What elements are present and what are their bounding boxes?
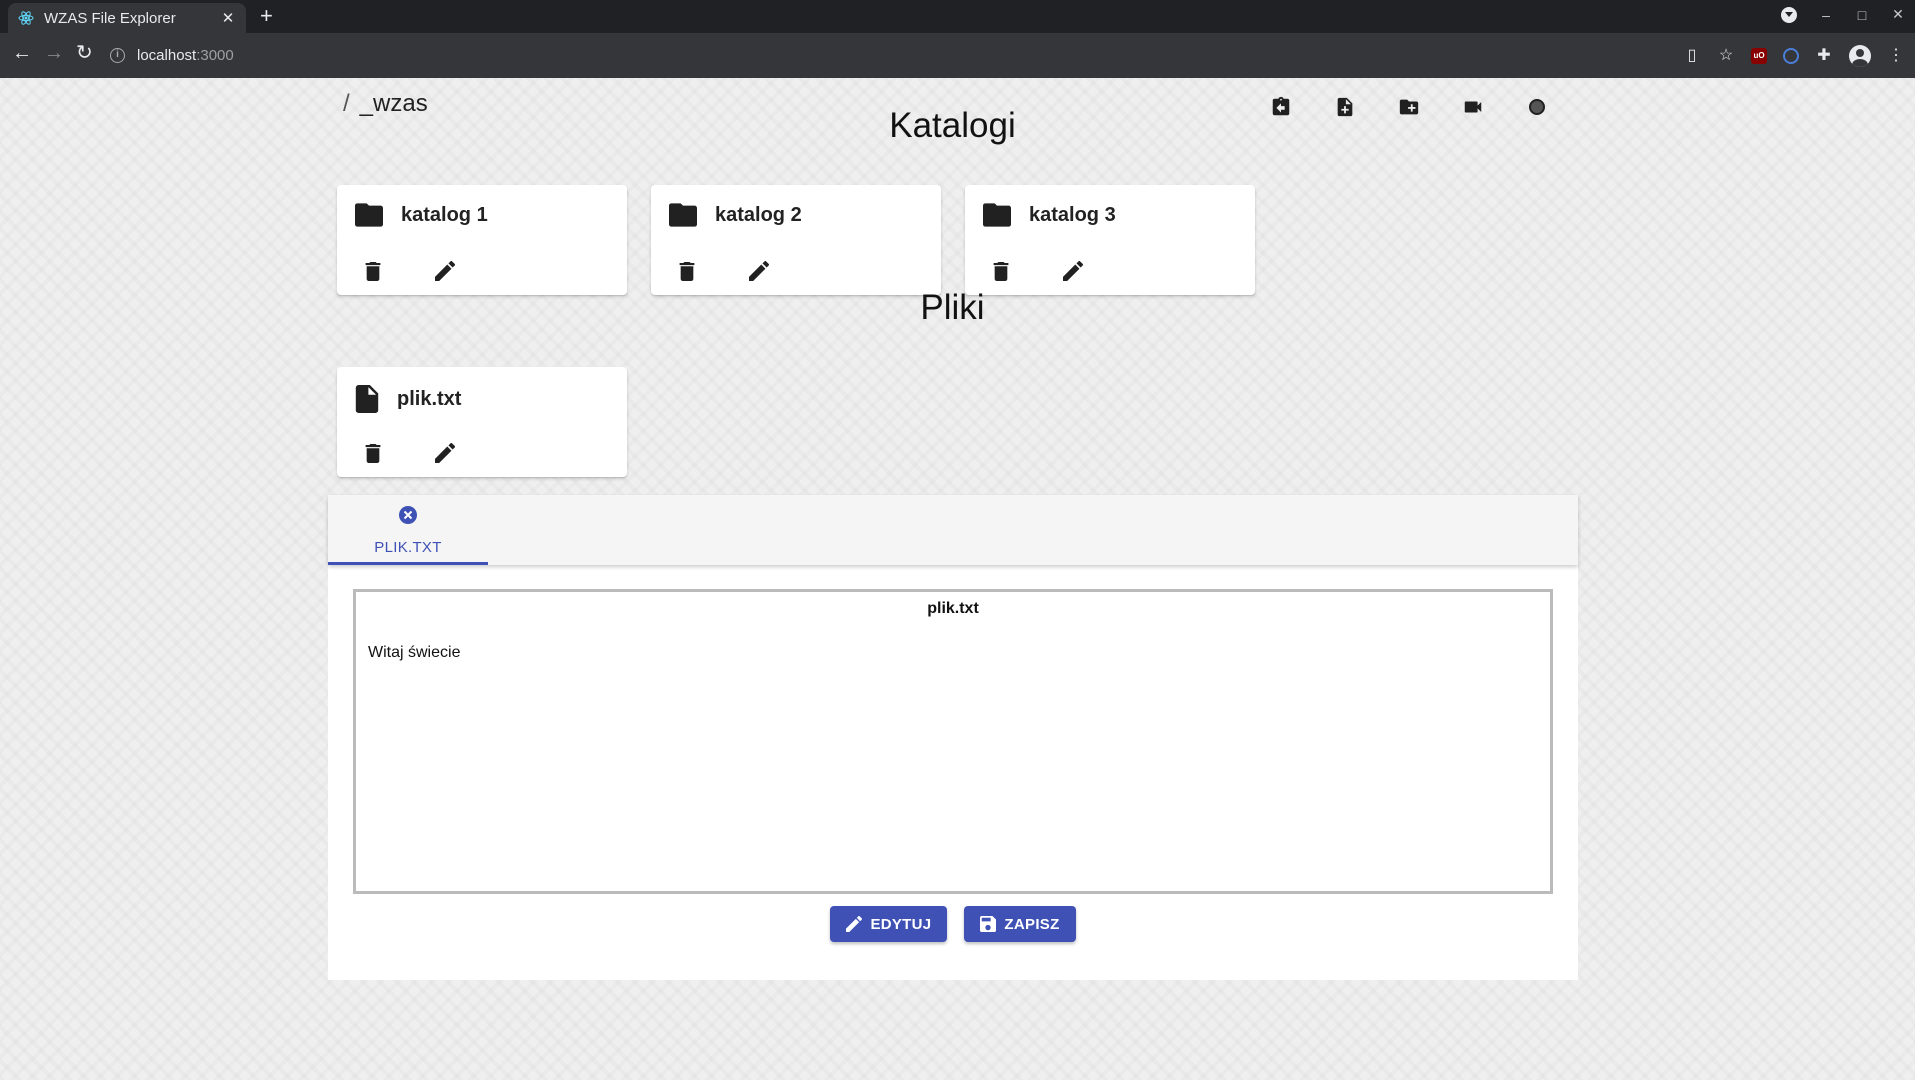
file-open[interactable]: plik.txt: [355, 385, 461, 413]
close-circle-icon[interactable]: [398, 505, 418, 525]
folder-actions: [989, 259, 1085, 283]
toolbar-icons: ▯ ☆ uO ✚ ⋮: [1683, 45, 1905, 67]
trash-icon: [365, 443, 381, 463]
extension-icon[interactable]: [1783, 48, 1799, 64]
address-bar[interactable]: i localhost:3000: [110, 39, 1860, 71]
trash-icon: [365, 261, 381, 281]
browser-tab[interactable]: WZAS File Explorer ✕: [8, 3, 246, 33]
browser-tab-title: WZAS File Explorer: [44, 9, 176, 27]
files-section-title: Pliki: [920, 288, 985, 327]
delete-button[interactable]: [989, 259, 1013, 283]
folder-open[interactable]: katalog 1: [355, 203, 488, 227]
maximize-icon[interactable]: □: [1855, 7, 1869, 23]
ublock-extension-icon[interactable]: uO: [1751, 48, 1767, 64]
profile-avatar-icon[interactable]: [1849, 45, 1871, 67]
forward-icon[interactable]: →: [44, 43, 64, 63]
url-host: localhost: [137, 46, 197, 64]
folders-section-title: Katalogi: [889, 106, 1016, 145]
delete-button[interactable]: [361, 441, 385, 465]
folder-icon: [355, 203, 383, 227]
new-tab-icon[interactable]: +: [260, 5, 273, 27]
pencil-icon: [435, 443, 455, 463]
file-content-area[interactable]: plik.txt Witaj świecie: [353, 589, 1553, 894]
puzzle-icon[interactable]: ✚: [1815, 47, 1833, 65]
rename-button[interactable]: [433, 441, 457, 465]
minimize-icon[interactable]: –: [1819, 7, 1833, 23]
folder-card: katalog 3: [965, 185, 1255, 295]
tab-label: PLIK.TXT: [374, 539, 442, 556]
folder-open[interactable]: katalog 3: [983, 203, 1116, 227]
edit-button[interactable]: EDYTUJ: [830, 906, 948, 942]
trash-icon: [679, 261, 695, 281]
folder-name: katalog 1: [401, 203, 488, 226]
pencil-icon: [846, 916, 863, 932]
folder-actions: [675, 259, 771, 283]
close-tab-icon[interactable]: ✕: [220, 9, 236, 27]
react-icon: [18, 11, 34, 25]
tab-search-icon[interactable]: [1781, 6, 1797, 23]
info-icon[interactable]: i: [110, 47, 125, 63]
save-button-label: ZAPISZ: [1004, 915, 1060, 933]
browser-toolbar: ← → ↻ i localhost:3000 ▯ ☆ uO ✚ ⋮: [0, 33, 1915, 78]
rename-button[interactable]: [1061, 259, 1085, 283]
url-port: :3000: [196, 46, 234, 64]
file-card: plik.txt: [337, 367, 627, 477]
window-controls: – □ ✕: [1781, 6, 1905, 23]
folder-actions: [361, 259, 457, 283]
reload-icon[interactable]: ↻: [76, 43, 93, 63]
back-icon[interactable]: ←: [12, 43, 32, 63]
folder-icon: [983, 203, 1011, 227]
editor-tabs-bar: PLIK.TXT: [328, 495, 1578, 565]
folder-card: katalog 1: [337, 185, 627, 295]
pencil-icon: [749, 261, 769, 281]
tab-plik-txt[interactable]: PLIK.TXT: [328, 495, 488, 565]
page-icon[interactable]: ▯: [1683, 47, 1701, 65]
rename-button[interactable]: [747, 259, 771, 283]
delete-button[interactable]: [361, 259, 385, 283]
star-icon[interactable]: ☆: [1717, 47, 1735, 65]
folder-name: katalog 2: [715, 203, 802, 226]
document-title: plik.txt: [927, 600, 979, 617]
editor-panel: PLIK.TXT plik.txt Witaj świecie EDYTUJ Z…: [328, 495, 1578, 980]
folder-icon: [669, 203, 697, 227]
folder-card: katalog 2: [651, 185, 941, 295]
save-icon: [980, 916, 997, 932]
document-content: Witaj świecie: [368, 644, 461, 661]
rename-button[interactable]: [433, 259, 457, 283]
edit-button-label: EDYTUJ: [870, 915, 932, 933]
delete-button[interactable]: [675, 259, 699, 283]
file-name: plik.txt: [397, 387, 462, 410]
close-window-icon[interactable]: ✕: [1891, 6, 1905, 23]
tab-indicator: [328, 562, 488, 565]
save-button[interactable]: ZAPISZ: [964, 906, 1076, 942]
file-icon: [355, 385, 379, 413]
menu-dots-icon[interactable]: ⋮: [1887, 47, 1905, 65]
folder-open[interactable]: katalog 2: [669, 203, 802, 227]
file-actions: [361, 441, 457, 465]
pencil-icon: [435, 261, 455, 281]
editor-buttons: EDYTUJ ZAPISZ: [328, 906, 1578, 942]
trash-icon: [993, 261, 1009, 281]
folder-name: katalog 3: [1029, 203, 1116, 226]
pencil-icon: [1063, 261, 1083, 281]
page-viewport: / _wzas Katalogi katalog 1 katalog 2 kat…: [0, 78, 1915, 1080]
browser-tabstrip: WZAS File Explorer ✕ + – □ ✕: [0, 0, 1915, 33]
